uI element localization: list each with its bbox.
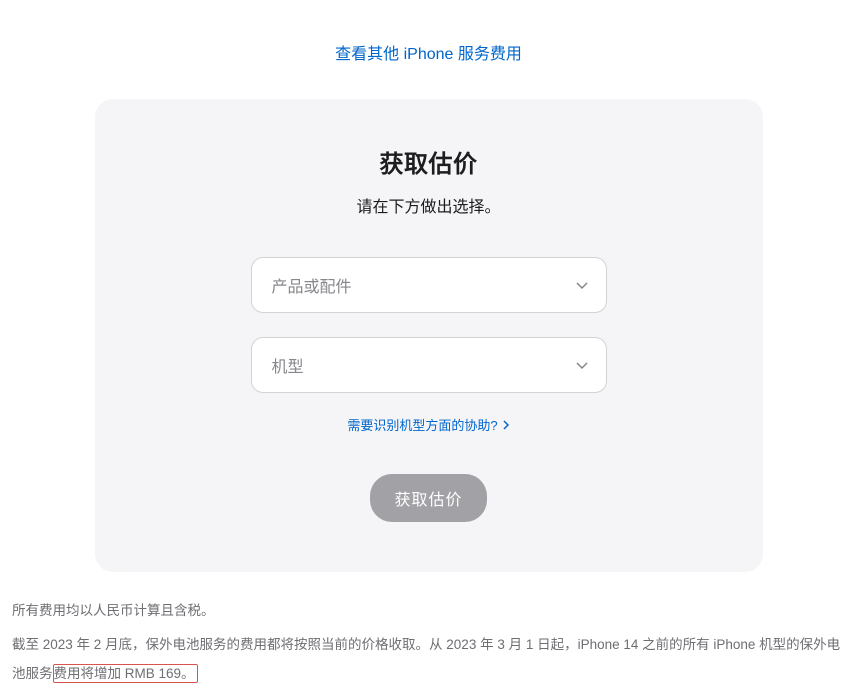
footer-text: 所有费用均以人民币计算且含税。 截至 2023 年 2 月底，保外电池服务的费用… xyxy=(0,572,857,689)
footer-line-1: 所有费用均以人民币计算且含税。 xyxy=(12,596,845,626)
product-select-placeholder: 产品或配件 xyxy=(272,273,352,297)
help-link-text: 需要识别机型方面的协助? xyxy=(347,415,497,434)
card-subtitle: 请在下方做出选择。 xyxy=(135,193,723,217)
product-select-wrap: 产品或配件 xyxy=(251,257,607,313)
card-title: 获取估价 xyxy=(135,144,723,179)
estimate-card: 获取估价 请在下方做出选择。 产品或配件 机型 需要识别机型方面的协助? 获取估… xyxy=(95,99,763,572)
help-identify-link[interactable]: 需要识别机型方面的协助? xyxy=(347,415,509,434)
model-select-placeholder: 机型 xyxy=(272,353,304,377)
other-services-link[interactable]: 查看其他 iPhone 服务费用 xyxy=(0,0,857,79)
price-increase-highlight: 费用将增加 RMB 169。 xyxy=(53,664,198,683)
chevron-right-icon xyxy=(502,420,510,430)
product-select[interactable]: 产品或配件 xyxy=(251,257,607,313)
model-select[interactable]: 机型 xyxy=(251,337,607,393)
footer-line-2: 截至 2023 年 2 月底，保外电池服务的费用都将按照当前的价格收取。从 20… xyxy=(12,630,845,689)
model-select-wrap: 机型 xyxy=(251,337,607,393)
get-estimate-button[interactable]: 获取估价 xyxy=(370,474,486,522)
